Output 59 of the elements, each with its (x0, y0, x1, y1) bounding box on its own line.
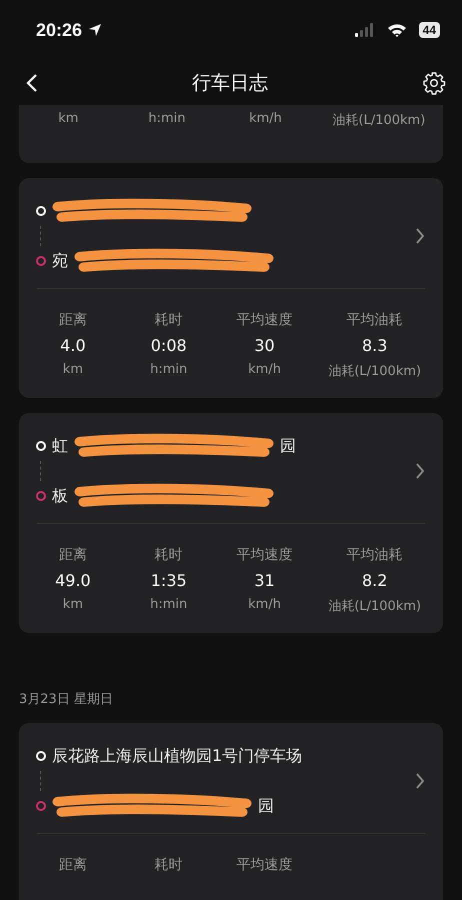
trip-card[interactable]: 虹 园 板 距离 49.0 km 耗时 1:35 h:min 平均速度 31 km/h 平均油耗 8.2 油耗(L/100km) (19, 413, 443, 633)
destination-address: 板 (52, 486, 68, 506)
chevron-right-icon[interactable] (415, 772, 425, 790)
page-title: 行车日志 (192, 70, 268, 96)
origin-dot-icon (36, 751, 46, 761)
stat-unit: km (62, 362, 83, 377)
stat-unit: km/h (248, 362, 281, 377)
destination-dot-icon (36, 801, 46, 811)
destination-dot-icon (36, 491, 46, 501)
trip-card[interactable]: 辰花路上海辰山植物园1号门停车场 园 距离 耗时 平均速度 (19, 723, 443, 900)
location-arrow-icon (88, 23, 102, 37)
stat-unit: km/h (248, 597, 281, 612)
stat-value: 0:08 (150, 336, 187, 355)
stat-value: 1:35 (150, 571, 187, 590)
chevron-right-icon[interactable] (415, 462, 425, 480)
stat-label: 平均油耗 (346, 546, 403, 564)
origin-address: 园 (280, 436, 296, 456)
stat-unit: km (58, 111, 78, 126)
origin-dot-icon (36, 206, 46, 216)
destination-address: 园 (258, 796, 274, 816)
stat-label: 耗时 (154, 546, 183, 564)
stat-value: 31 (254, 571, 275, 590)
clock-time: 20:26 (36, 20, 82, 40)
origin-dot-icon (36, 441, 46, 451)
stat-unit: h:min (148, 111, 186, 126)
origin-address: 虹 (52, 436, 68, 456)
stat-unit: 油耗(L/100km) (328, 598, 422, 615)
stat-value: 8.2 (362, 571, 388, 590)
destination-dot-icon (36, 256, 46, 266)
stat-unit: km/h (249, 111, 282, 126)
stat-label: 耗时 (154, 311, 183, 329)
wifi-icon (386, 23, 407, 37)
stat-unit: 油耗(L/100km) (332, 112, 426, 129)
trip-card[interactable]: km h:min km/h 油耗(L/100km) (19, 105, 443, 163)
back-icon[interactable] (26, 72, 38, 92)
date-header: 3月23日 星期日 (18, 691, 114, 708)
stat-value: 8.3 (362, 336, 388, 355)
stat-label: 耗时 (154, 856, 183, 874)
stat-label: 距离 (58, 546, 87, 564)
stat-label: 平均速度 (236, 546, 293, 564)
stat-unit: km (62, 597, 83, 612)
origin-address: 辰花路上海辰山植物园1号门停车场 (52, 746, 302, 766)
stat-unit: 油耗(L/100km) (328, 363, 422, 380)
stat-unit: h:min (150, 362, 188, 377)
settings-icon[interactable] (422, 70, 446, 94)
stat-label: 距离 (58, 856, 87, 874)
stat-label: 平均速度 (236, 856, 293, 874)
stat-value: 49.0 (55, 571, 91, 590)
stat-value: 4.0 (60, 336, 86, 355)
signal-icon (354, 23, 375, 37)
stat-unit: h:min (150, 597, 188, 612)
stat-label: 平均油耗 (346, 311, 403, 329)
trip-card[interactable]: 宛 距离 4.0 km 耗时 0:08 h:min 平均速度 30 km/h 平均油耗 8.3 油耗(L/100km) (19, 178, 443, 398)
chevron-right-icon[interactable] (415, 227, 425, 245)
battery-level: 44 (418, 22, 440, 38)
stat-label: 距离 (58, 311, 87, 329)
stat-value: 30 (254, 336, 275, 355)
destination-address: 宛 (52, 250, 68, 272)
stat-label: 平均速度 (236, 311, 293, 329)
